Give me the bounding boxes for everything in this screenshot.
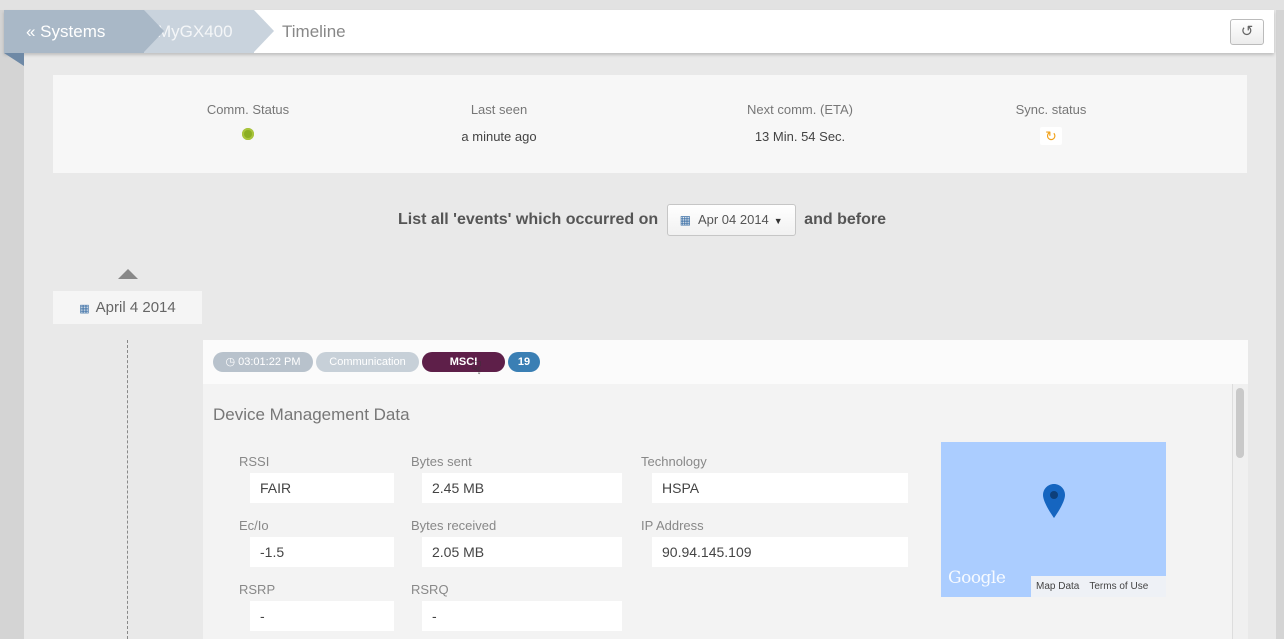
bytes-received-value: 2.05 MB [422,537,622,567]
filter-suffix: and before [804,211,886,228]
event-type-badge: Communication [316,352,419,372]
date-picker-button[interactable]: ▦ Apr 04 2014 ▼ [666,204,796,236]
next-comm-label: Next comm. (ETA) [747,102,853,117]
bytes-received-label: Bytes received [411,518,497,533]
scroll-up-icon[interactable] [118,269,138,279]
right-rail [1276,0,1284,639]
sync-icon[interactable]: ↻ [1040,127,1062,145]
calendar-icon: ▦ [679,213,691,227]
chevron-down-icon: ▼ [773,216,783,226]
scrollbar-thumb[interactable] [1236,388,1244,458]
breadcrumb: « Systems MyGX400 Timeline ↺ [4,10,1274,53]
timeline-line [127,340,128,639]
calendar-icon: ▦ [79,303,90,315]
breadcrumb-fold [4,53,24,66]
rsrq-label: RSRQ [411,582,449,597]
event-count-badge: 19 [508,352,540,372]
rsrp-value: - [250,601,394,631]
refresh-icon: ↺ [1240,23,1254,40]
hand-cursor-icon: ☟ [471,358,482,378]
technology-label: Technology [641,454,707,469]
sync-status: Sync. status ↻ [951,102,1151,146]
map-data-link[interactable]: Map Data [1031,576,1084,597]
timeline-date-label: April 4 2014 [95,299,176,316]
ecio-label: Ec/Io [239,518,269,533]
status-panel: Comm. Status Last seen a minute ago Next… [53,75,1247,173]
rssi-label: RSSI [239,454,270,469]
date-picker-value: Apr 04 2014 [697,212,769,227]
bytes-sent-value: 2.45 MB [422,473,622,503]
section-title: Device Management Data [213,405,410,424]
event-time: 03:01:22 PM [238,356,301,368]
event-header[interactable]: ◷ 03:01:22 PM Communication MSCI 19 [203,340,1248,384]
top-strip [0,0,1284,10]
map-pin-icon[interactable] [1043,484,1065,518]
rsrp-label: RSRP [239,582,276,597]
technology-value: HSPA [652,473,908,503]
breadcrumb-systems-link[interactable]: « Systems [4,10,164,53]
ip-address-label: IP Address [641,518,704,533]
bytes-sent-label: Bytes sent [411,454,472,469]
ip-address-value: 90.94.145.109 [652,537,908,567]
rsrq-value: - [422,601,622,631]
event-filter: List all 'events' which occurred on ▦ Apr… [0,204,1284,236]
last-seen: Last seen a minute ago [399,102,599,144]
google-logo: Google [948,568,1006,588]
map-footer: Map Data Terms of Use [1031,576,1166,597]
event-time-badge: ◷ 03:01:22 PM [213,352,313,372]
last-seen-label: Last seen [470,102,528,117]
sync-status-label: Sync. status [1015,102,1087,117]
comm-status: Comm. Status [148,102,348,145]
last-seen-value: a minute ago [461,129,537,144]
terms-of-use-link[interactable]: Terms of Use [1084,576,1153,597]
next-comm-value: 13 Min. 54 Sec. [754,129,846,144]
refresh-button[interactable]: ↺ [1230,19,1264,45]
rssi-value: FAIR [250,473,394,503]
clock-icon: ◷ [225,356,236,368]
filter-prefix: List all 'events' which occurred on [398,211,659,228]
location-map[interactable]: Google Map Data Terms of Use [941,442,1166,597]
next-comm: Next comm. (ETA) 13 Min. 54 Sec. [700,102,900,144]
status-ok-icon [242,128,254,140]
breadcrumb-current: Timeline [282,22,346,41]
event-tag-badge[interactable]: MSCI [422,352,505,372]
timeline-date: ▦ April 4 2014 [53,291,202,324]
comm-status-label: Comm. Status [206,102,290,117]
left-rail [0,0,24,639]
ecio-value: -1.5 [250,537,394,567]
